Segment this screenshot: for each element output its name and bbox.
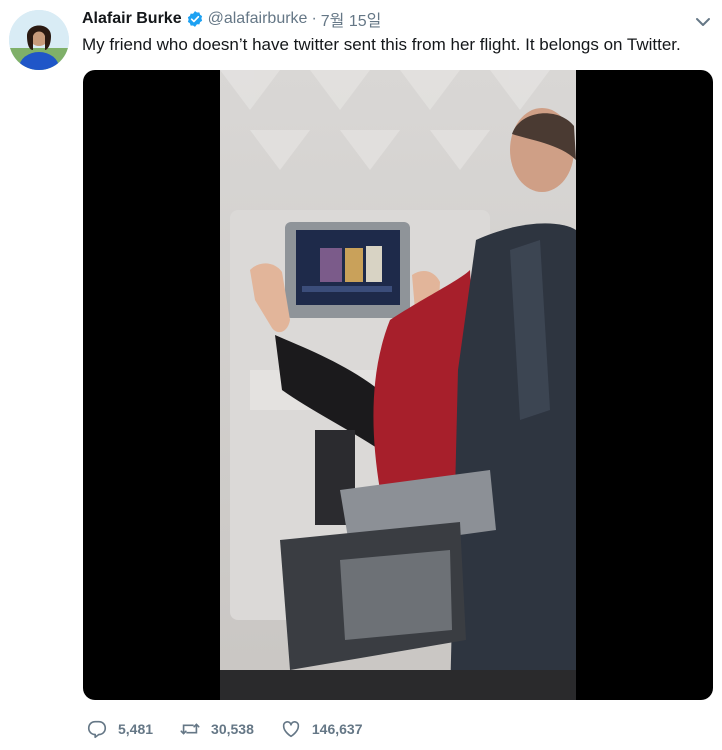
reply-action[interactable]: 5,481 xyxy=(86,718,153,740)
avatar[interactable] xyxy=(9,10,69,70)
reply-icon xyxy=(87,720,107,739)
tweet: Alafair Burke @alafairburke · 7월 15일 My … xyxy=(0,0,722,750)
retweet-action[interactable]: 30,538 xyxy=(179,718,254,740)
chevron-down-icon[interactable] xyxy=(693,12,713,32)
like-count: 146,637 xyxy=(311,721,363,737)
video-frame xyxy=(220,70,576,700)
author-handle[interactable]: @alafairburke xyxy=(208,10,308,28)
tweet-date[interactable]: 7월 15일 xyxy=(321,7,382,31)
tweet-header: Alafair Burke @alafairburke · 7월 15일 xyxy=(82,8,381,30)
author-name[interactable]: Alafair Burke xyxy=(82,10,182,28)
retweet-count: 30,538 xyxy=(211,721,254,737)
tweet-actions: 5,481 30,538 146,637 xyxy=(86,718,388,740)
reply-count: 5,481 xyxy=(118,721,154,737)
video-player[interactable] xyxy=(83,70,713,700)
heart-icon xyxy=(282,721,300,738)
retweet-icon xyxy=(180,723,200,735)
like-action[interactable]: 146,637 xyxy=(280,718,363,740)
header-separator: · xyxy=(311,10,317,27)
tweet-text: My friend who doesn’t have twitter sent … xyxy=(82,35,681,54)
verified-badge-icon xyxy=(186,10,204,28)
